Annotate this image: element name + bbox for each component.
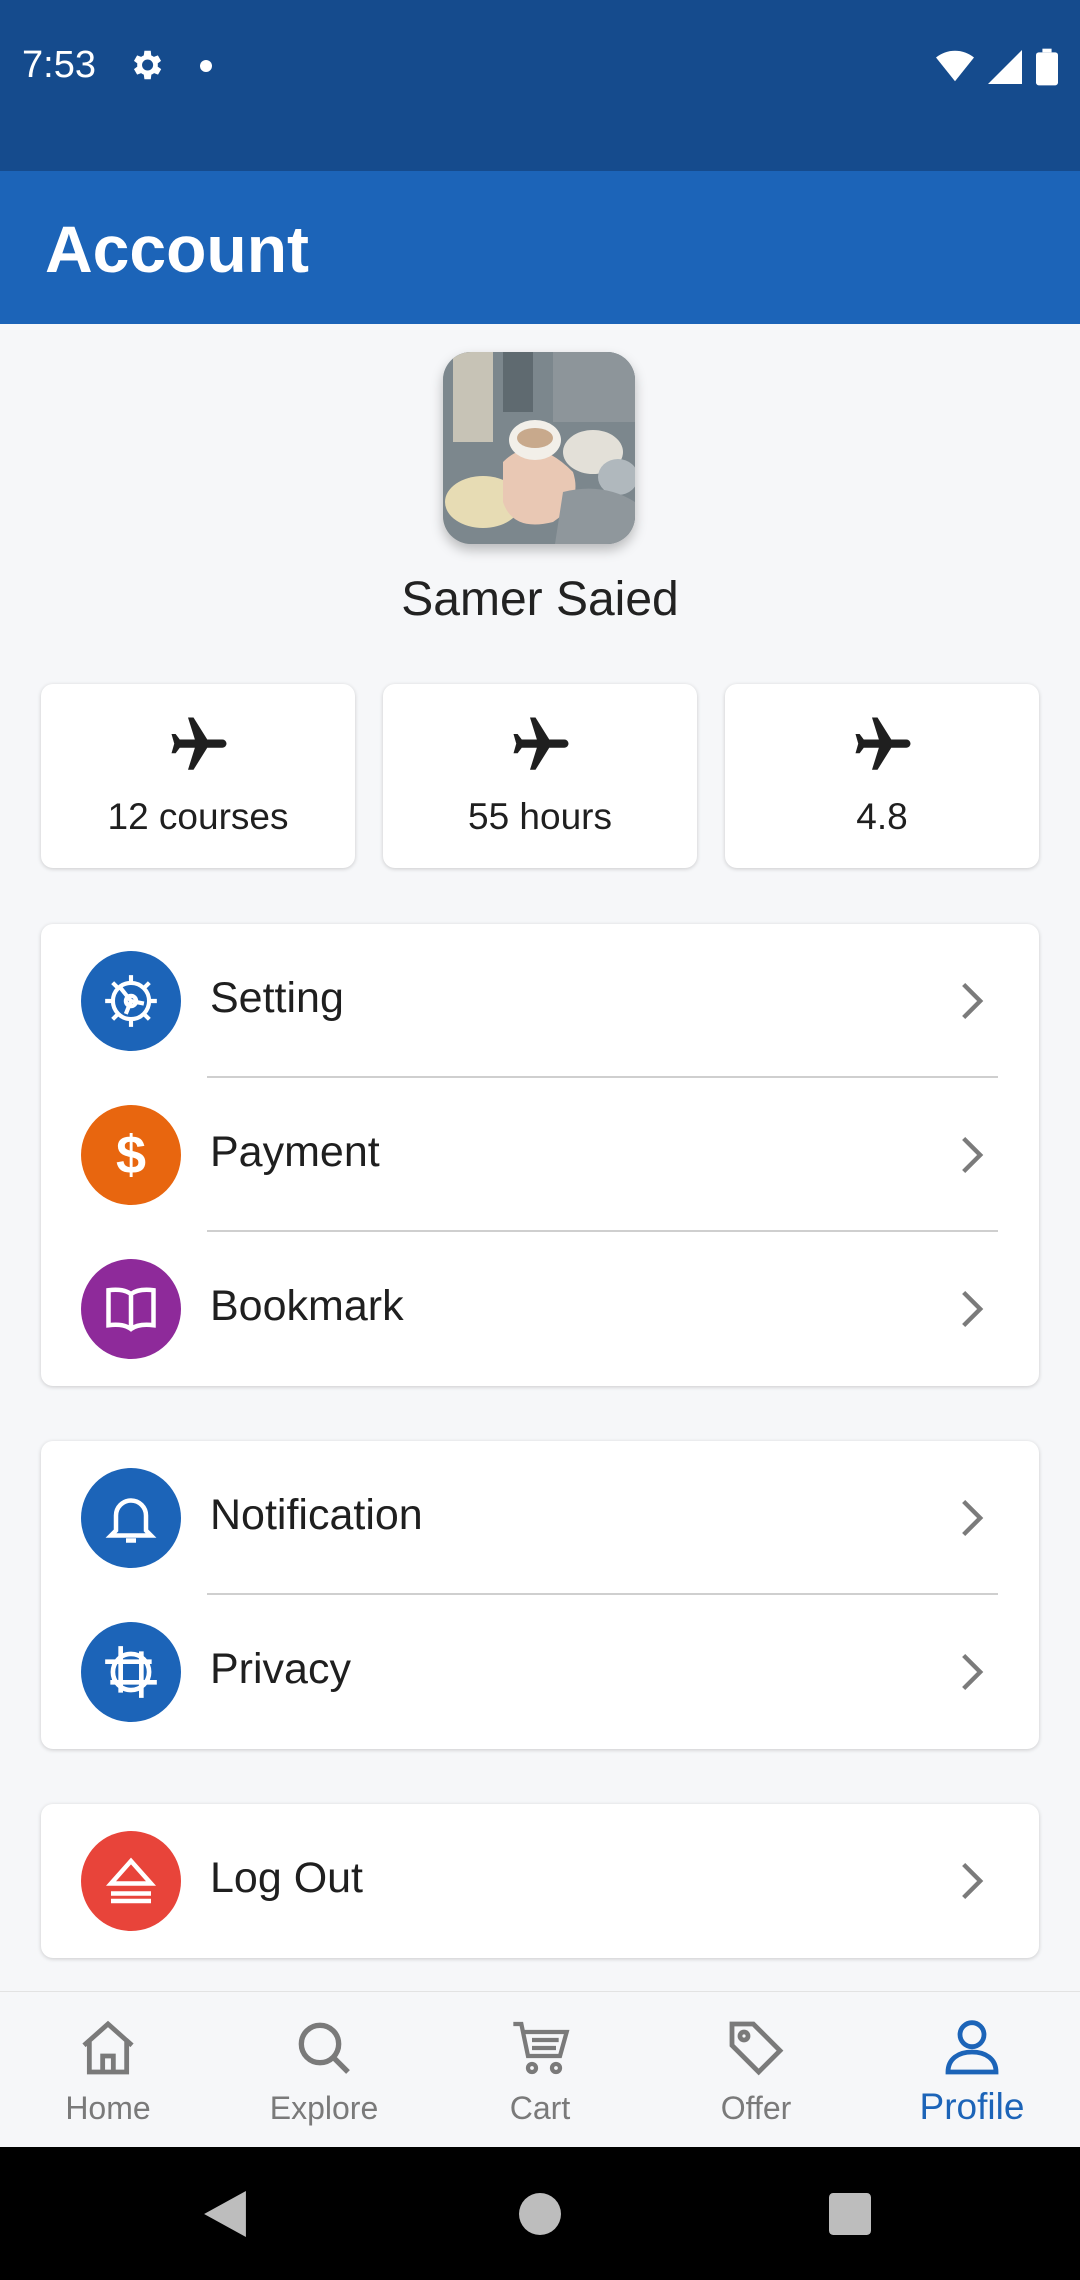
page-title: Account xyxy=(45,212,309,286)
nav-item-home[interactable]: Home xyxy=(0,1992,216,2148)
user-name: Samer Saied xyxy=(401,573,679,626)
menu-item-label: Notification xyxy=(210,1491,423,1539)
menu-group-logout: Log Out xyxy=(41,1804,1039,1958)
chevron-right-icon xyxy=(962,982,984,1020)
eject-icon xyxy=(81,1831,181,1931)
bell-icon xyxy=(81,1468,181,1568)
avatar-photo xyxy=(443,352,635,544)
menu-item-bookmark[interactable]: Bookmark xyxy=(41,1232,1039,1386)
menu-item-notification[interactable]: Notification xyxy=(41,1441,1039,1595)
menu-item-label: Bookmark xyxy=(210,1282,404,1330)
menu-item-label: Payment xyxy=(210,1128,380,1176)
nav-item-offer[interactable]: Offer xyxy=(648,1992,864,2148)
chevron-right-icon xyxy=(962,1290,984,1328)
stat-card-courses: 12 courses xyxy=(41,684,355,868)
battery-icon xyxy=(1036,48,1058,86)
bottom-navigation: Home Explore Cart Offer Profile xyxy=(0,1991,1080,2148)
chevron-right-icon xyxy=(962,1499,984,1537)
stat-card-rating: 4.8 xyxy=(725,684,1039,868)
stat-label: 55 hours xyxy=(468,796,612,837)
stat-label: 12 courses xyxy=(107,796,289,837)
avatar[interactable] xyxy=(443,352,635,544)
airplane-icon xyxy=(855,717,911,770)
menu-item-logout[interactable]: Log Out xyxy=(41,1804,1039,1958)
person-icon xyxy=(945,2020,999,2075)
nav-item-explore[interactable]: Explore xyxy=(216,1992,432,2148)
status-bar: 7:53 xyxy=(0,0,1080,171)
home-icon xyxy=(82,2020,134,2075)
dollar-icon: $ xyxy=(81,1105,181,1205)
menu-item-label: Log Out xyxy=(210,1854,363,1902)
menu-item-label: Privacy xyxy=(210,1645,351,1693)
menu-group-account: Setting $ Payment Bookmark xyxy=(41,924,1039,1386)
menu-item-privacy[interactable]: Privacy xyxy=(41,1595,1039,1749)
cellular-signal-icon xyxy=(988,50,1022,84)
settings-gear-icon xyxy=(133,50,162,80)
wifi-icon xyxy=(936,50,974,82)
privacy-icon xyxy=(81,1622,181,1722)
tag-icon xyxy=(729,2021,784,2076)
nav-label: Profile xyxy=(919,2086,1025,2127)
chevron-right-icon xyxy=(962,1136,984,1174)
nav-label: Offer xyxy=(720,2090,792,2126)
nav-item-profile[interactable]: Profile xyxy=(864,1992,1080,2148)
nav-item-cart[interactable]: Cart xyxy=(432,1992,648,2148)
settings-icon xyxy=(81,951,181,1051)
system-navigation-bar xyxy=(0,2147,1080,2280)
airplane-icon xyxy=(513,717,569,770)
home-button-icon[interactable] xyxy=(519,2193,561,2235)
search-icon xyxy=(298,2022,350,2074)
cart-icon xyxy=(513,2021,570,2075)
status-time: 7:53 xyxy=(22,44,96,86)
menu-group-preferences: Notification Privacy xyxy=(41,1441,1039,1749)
menu-item-label: Setting xyxy=(210,974,344,1022)
notification-dot-icon xyxy=(200,60,212,72)
chevron-right-icon xyxy=(962,1862,984,1900)
status-indicators xyxy=(936,48,1058,86)
menu-item-setting[interactable]: Setting xyxy=(41,924,1039,1078)
recents-icon[interactable] xyxy=(829,2193,871,2235)
back-icon[interactable] xyxy=(203,2191,247,2237)
stat-card-hours: 55 hours xyxy=(383,684,697,868)
stat-label: 4.8 xyxy=(856,796,908,837)
menu-item-payment[interactable]: $ Payment xyxy=(41,1078,1039,1232)
nav-label: Explore xyxy=(269,2090,379,2126)
nav-label: Home xyxy=(65,2090,151,2126)
chevron-right-icon xyxy=(962,1653,984,1691)
app-bar: Account xyxy=(0,171,1080,324)
nav-label: Cart xyxy=(509,2090,571,2126)
airplane-icon xyxy=(171,717,227,770)
book-icon xyxy=(81,1259,181,1359)
